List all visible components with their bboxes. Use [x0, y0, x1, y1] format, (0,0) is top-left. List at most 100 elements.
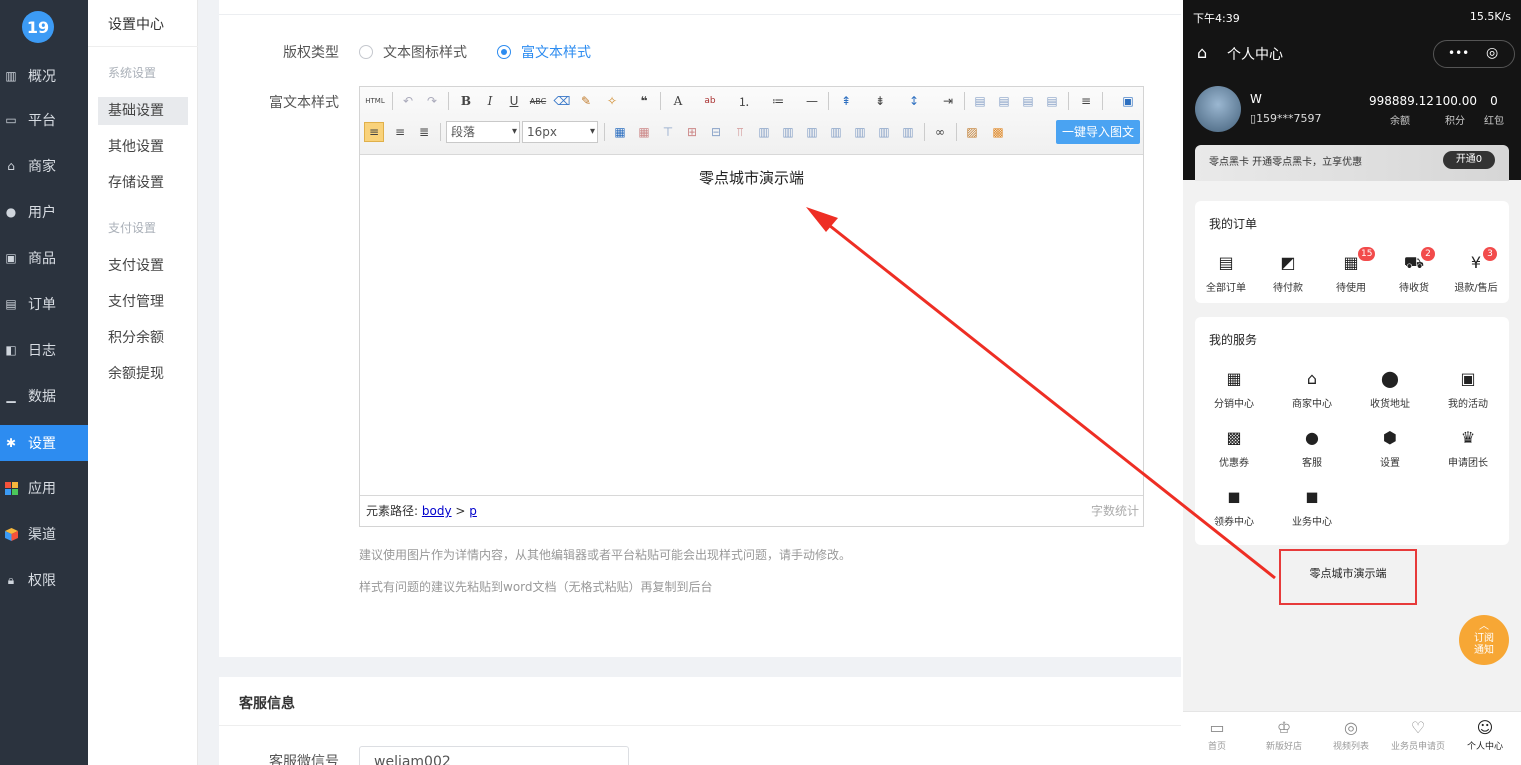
- split-cols-icon[interactable]: ▥: [898, 122, 918, 142]
- image-center-icon[interactable]: ▤: [1042, 91, 1062, 111]
- home-icon[interactable]: ⌂: [1197, 43, 1207, 62]
- service-apply-leader[interactable]: ♛ 申请团长: [1433, 428, 1503, 469]
- row-spacing-bottom-icon[interactable]: ⇟: [870, 91, 890, 111]
- path-p-link[interactable]: p: [469, 504, 477, 518]
- radio-rich-style[interactable]: 富文本样式: [497, 42, 591, 62]
- radio-text-style[interactable]: 文本图标样式: [359, 42, 467, 62]
- tab-profile[interactable]: ☺ 个人中心: [1451, 718, 1519, 752]
- blockquote-icon[interactable]: ❝: [634, 91, 654, 111]
- order-all[interactable]: ▤ 全部订单: [1191, 253, 1261, 294]
- nav-item-settings[interactable]: ✱ 设置: [0, 425, 88, 461]
- delete-table-icon[interactable]: ▦: [634, 122, 654, 142]
- nav-item-data[interactable]: ▁ 数据: [0, 378, 88, 414]
- justify-icon[interactable]: ≣: [414, 122, 434, 142]
- image-right-icon[interactable]: ▤: [994, 91, 1014, 111]
- stat-points[interactable]: 100.00 积分: [1435, 94, 1477, 127]
- service-settings[interactable]: ⬢ 设置: [1355, 428, 1425, 469]
- avatar[interactable]: [1195, 86, 1241, 132]
- insert-image-icon[interactable]: ▨: [962, 122, 982, 142]
- submenu-item-storage[interactable]: 存储设置: [98, 169, 188, 197]
- row-spacing-top-icon[interactable]: ⇞: [836, 91, 856, 111]
- insert-col-icon[interactable]: ⫪: [730, 122, 750, 142]
- tab-new-shop[interactable]: ♔ 新版好店: [1250, 718, 1318, 752]
- submenu-item-points-balance[interactable]: 积分余额: [98, 324, 188, 352]
- radio-circle[interactable]: [359, 45, 373, 59]
- preview-icon[interactable]: ▣: [1118, 91, 1138, 111]
- submenu-item-pay-manage[interactable]: 支付管理: [98, 288, 188, 316]
- undo-icon[interactable]: ↶: [398, 91, 418, 111]
- ordered-list-icon[interactable]: ⒈: [734, 91, 754, 111]
- subscribe-notice-button[interactable]: ︿ 订阅通知: [1459, 615, 1509, 665]
- strikethrough-icon[interactable]: ABC: [528, 91, 548, 111]
- submenu-item-basic[interactable]: 基础设置: [98, 97, 188, 125]
- merge-right-icon[interactable]: ▥: [802, 122, 822, 142]
- unordered-list-icon[interactable]: ≔: [768, 91, 788, 111]
- import-article-button[interactable]: 一键导入图文: [1056, 120, 1140, 144]
- image-none-icon[interactable]: ▤: [1018, 91, 1038, 111]
- align-left-icon[interactable]: ≡: [364, 122, 384, 142]
- delete-col-icon[interactable]: ▥: [754, 122, 774, 142]
- nav-item-overview[interactable]: ▥ 概况: [0, 58, 88, 94]
- service-wechat-input[interactable]: weliam002: [359, 746, 629, 765]
- align-right-icon[interactable]: ≡: [390, 122, 410, 142]
- tab-salesman-apply[interactable]: ♡ 业务员申请页: [1384, 718, 1452, 752]
- stat-balance[interactable]: 998889.12 余额: [1369, 94, 1434, 127]
- nav-item-channel[interactable]: 渠道: [0, 516, 88, 552]
- service-address[interactable]: ⬤ 收货地址: [1355, 369, 1425, 410]
- split-rows-icon[interactable]: ▥: [874, 122, 894, 142]
- radio-circle-selected[interactable]: [497, 45, 511, 59]
- order-to-use[interactable]: ▦ 待使用 15: [1316, 247, 1386, 294]
- nav-item-order[interactable]: ▤ 订单: [0, 286, 88, 322]
- insert-media-icon[interactable]: ▩: [988, 122, 1008, 142]
- stat-redpack[interactable]: 0 红包: [1479, 94, 1509, 127]
- insert-table-icon[interactable]: ▦: [610, 122, 630, 142]
- font-color-icon[interactable]: A: [668, 91, 688, 111]
- editor-content[interactable]: 零点城市演示端: [360, 155, 1143, 495]
- service-distribution[interactable]: ▦ 分销中心: [1199, 369, 1269, 410]
- format-brush-icon[interactable]: ✎: [576, 91, 596, 111]
- link-icon[interactable]: ∞: [930, 122, 950, 142]
- mini-program-capsule[interactable]: ••• ◎: [1433, 40, 1515, 68]
- paragraph-select[interactable]: 段落: [446, 121, 520, 143]
- nav-item-goods[interactable]: ▣ 商品: [0, 240, 88, 276]
- nav-item-apps[interactable]: 应用: [0, 470, 88, 506]
- paragraph-icon[interactable]: ≡: [1076, 91, 1096, 111]
- more-icon[interactable]: •••: [1448, 46, 1469, 60]
- order-refund[interactable]: ¥ 退款/售后 3: [1441, 247, 1511, 294]
- order-pending-payment[interactable]: ◩ 待付款: [1253, 253, 1323, 294]
- image-left-icon[interactable]: ▤: [970, 91, 990, 111]
- service-coupon-center[interactable]: ◼ 领券中心: [1199, 487, 1269, 528]
- path-body-link[interactable]: body: [422, 504, 452, 518]
- nav-item-user[interactable]: ● 用户: [0, 194, 88, 230]
- submenu-item-pay-settings[interactable]: 支付设置: [98, 252, 188, 280]
- horizontal-line-icon[interactable]: —: [802, 91, 822, 111]
- underline-icon[interactable]: U: [504, 91, 524, 111]
- line-height-icon[interactable]: ↕: [904, 91, 924, 111]
- merge-cells-icon[interactable]: ▥: [778, 122, 798, 142]
- service-my-activity[interactable]: ▣ 我的活动: [1433, 369, 1503, 410]
- order-to-receive[interactable]: ⛟ 待收货 2: [1379, 247, 1449, 294]
- editor-content-text[interactable]: 零点城市演示端: [360, 167, 1143, 188]
- eraser-icon[interactable]: ⌫: [552, 91, 572, 111]
- service-business-center[interactable]: ◼ 业务中心: [1277, 487, 1347, 528]
- split-cells-icon[interactable]: ▥: [850, 122, 870, 142]
- service-coupon[interactable]: ▩ 优惠券: [1199, 428, 1269, 469]
- nav-item-platform[interactable]: ▭ 平台: [0, 102, 88, 138]
- insert-paragraph-before-table-icon[interactable]: ⊤: [658, 122, 678, 142]
- delete-row-icon[interactable]: ⊟: [706, 122, 726, 142]
- indent-icon[interactable]: ⇥: [938, 91, 958, 111]
- nav-item-log[interactable]: ◧ 日志: [0, 332, 88, 368]
- html-source-button[interactable]: HTML: [364, 91, 386, 111]
- auto-format-icon[interactable]: ✧: [602, 91, 622, 111]
- service-merchant-center[interactable]: ⌂ 商家中心: [1277, 369, 1347, 410]
- bold-icon[interactable]: B: [456, 91, 476, 111]
- tab-home[interactable]: ▭ 首页: [1183, 718, 1251, 752]
- submenu-item-other[interactable]: 其他设置: [98, 133, 188, 161]
- tab-video-list[interactable]: ◎ 视频列表: [1317, 718, 1385, 752]
- submenu-item-withdraw[interactable]: 余额提现: [98, 360, 188, 388]
- service-customer-service[interactable]: ● 客服: [1277, 428, 1347, 469]
- redo-icon[interactable]: ↷: [422, 91, 442, 111]
- close-target-icon[interactable]: ◎: [1486, 45, 1498, 61]
- highlight-color-icon[interactable]: ab: [700, 91, 720, 111]
- nav-item-permission[interactable]: 🔒︎ 权限: [0, 562, 88, 598]
